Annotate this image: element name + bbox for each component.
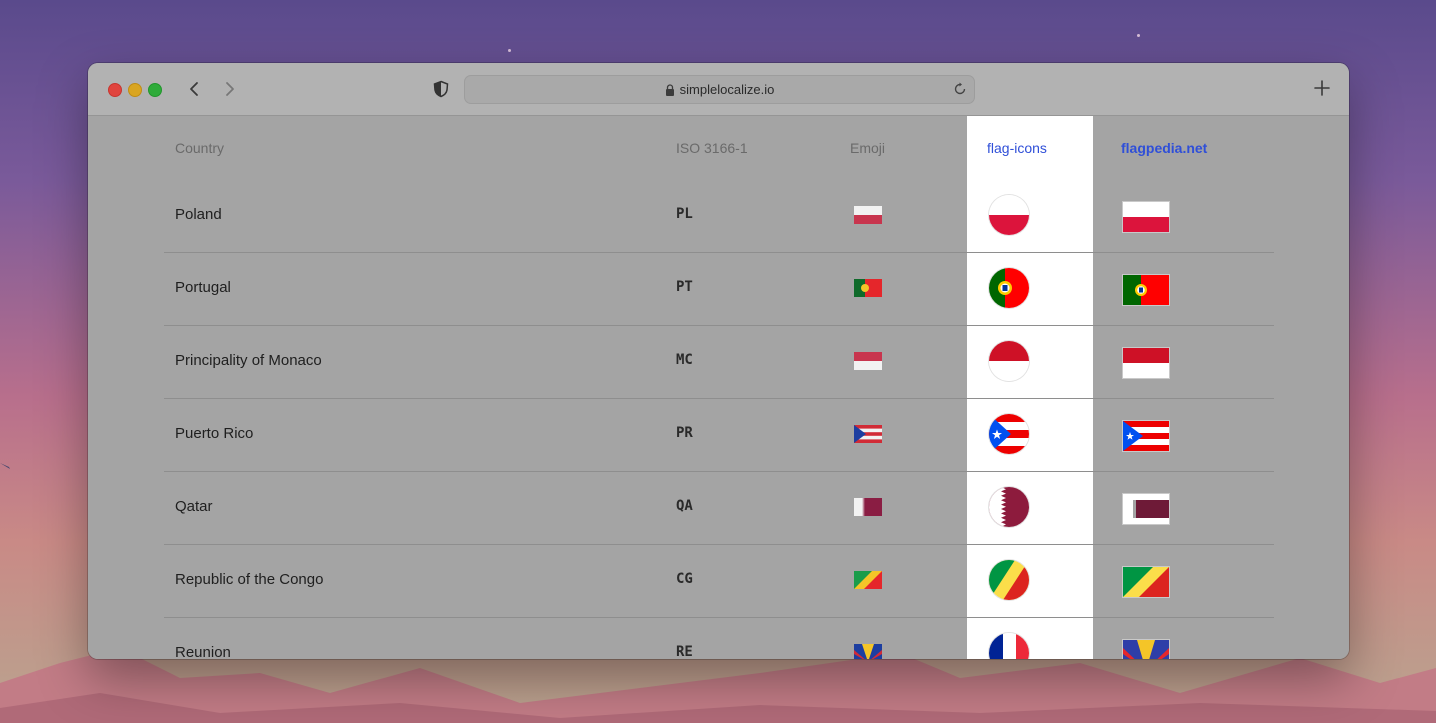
back-button[interactable] <box>184 79 204 99</box>
table-row: Qatar QA <box>164 471 1274 545</box>
circle-flag-reunion-icon <box>989 633 1029 659</box>
url-text: simplelocalize.io <box>679 82 775 97</box>
lock-icon <box>665 83 674 96</box>
bird-icon <box>0 463 14 477</box>
emoji-flag-qatar-icon <box>854 498 882 516</box>
header-country: Country <box>175 140 225 156</box>
iso-code: PL <box>676 206 693 222</box>
country-name: Republic of the Congo <box>175 571 324 588</box>
minimize-window-button[interactable] <box>128 83 142 97</box>
background-star <box>508 49 511 52</box>
iso-code: PT <box>676 279 693 295</box>
header-flag-icons-link[interactable]: flag-icons <box>987 140 1047 156</box>
chevron-left-icon <box>190 82 198 96</box>
emoji-flag-reunion-icon <box>854 644 882 659</box>
page-content: Country ISO 3166-1 Emoji flag-icons flag… <box>88 116 1349 659</box>
rect-flag-monaco-icon <box>1122 347 1170 379</box>
country-name: Poland <box>175 206 222 223</box>
forward-button[interactable] <box>220 79 240 99</box>
rect-flag-reunion-icon <box>1122 639 1170 659</box>
emoji-flag-puerto-rico-icon <box>854 425 882 443</box>
reload-icon[interactable] <box>952 81 968 97</box>
table-row: Reunion RE <box>164 617 1274 659</box>
iso-code: MC <box>676 352 693 368</box>
chevron-right-icon <box>226 82 234 96</box>
iso-code: QA <box>676 498 693 514</box>
browser-window: simplelocalize.io Country ISO 3166-1 Emo… <box>88 63 1349 659</box>
rect-flag-congo-icon <box>1122 566 1170 598</box>
iso-code: RE <box>676 644 693 659</box>
table-row: Principality of Monaco MC <box>164 325 1274 399</box>
country-name: Puerto Rico <box>175 425 254 442</box>
table-row: Puerto Rico PR <box>164 398 1274 472</box>
emoji-flag-portugal-icon <box>854 279 882 297</box>
circle-flag-monaco-icon <box>989 341 1029 381</box>
table-row: Republic of the Congo CG <box>164 544 1274 618</box>
country-name: Reunion <box>175 644 231 659</box>
zoom-window-button[interactable] <box>148 83 162 97</box>
circle-flag-portugal-icon <box>989 268 1029 308</box>
table-row: Poland PL <box>164 179 1274 253</box>
emoji-flag-monaco-icon <box>854 352 882 370</box>
new-tab-icon[interactable] <box>1313 79 1331 97</box>
country-name: Portugal <box>175 279 231 296</box>
iso-code: PR <box>676 425 693 441</box>
background-star <box>1137 34 1140 37</box>
iso-code: CG <box>676 571 693 587</box>
close-window-button[interactable] <box>108 83 122 97</box>
rect-flag-poland-icon <box>1122 201 1170 233</box>
circle-flag-qatar-icon <box>989 487 1029 527</box>
header-emoji: Emoji <box>850 140 886 156</box>
emoji-flag-poland-icon <box>854 206 882 224</box>
emoji-flag-congo-icon <box>854 571 882 589</box>
circle-flag-puerto-rico-icon <box>989 414 1029 454</box>
circle-flag-congo-icon <box>989 560 1029 600</box>
rect-flag-portugal-icon <box>1122 274 1170 306</box>
header-flagpedia-link[interactable]: flagpedia.net <box>1121 140 1207 156</box>
circle-flag-poland-icon <box>989 195 1029 235</box>
country-name: Qatar <box>175 498 213 515</box>
privacy-shield-icon[interactable] <box>432 80 450 98</box>
table-row: Portugal PT <box>164 252 1274 326</box>
rect-flag-puerto-rico-icon <box>1122 420 1170 452</box>
rect-flag-qatar-icon <box>1122 493 1170 525</box>
address-bar[interactable]: simplelocalize.io <box>464 75 975 104</box>
header-iso: ISO 3166-1 <box>676 140 748 156</box>
browser-toolbar: simplelocalize.io <box>88 63 1349 116</box>
country-name: Principality of Monaco <box>175 352 322 369</box>
